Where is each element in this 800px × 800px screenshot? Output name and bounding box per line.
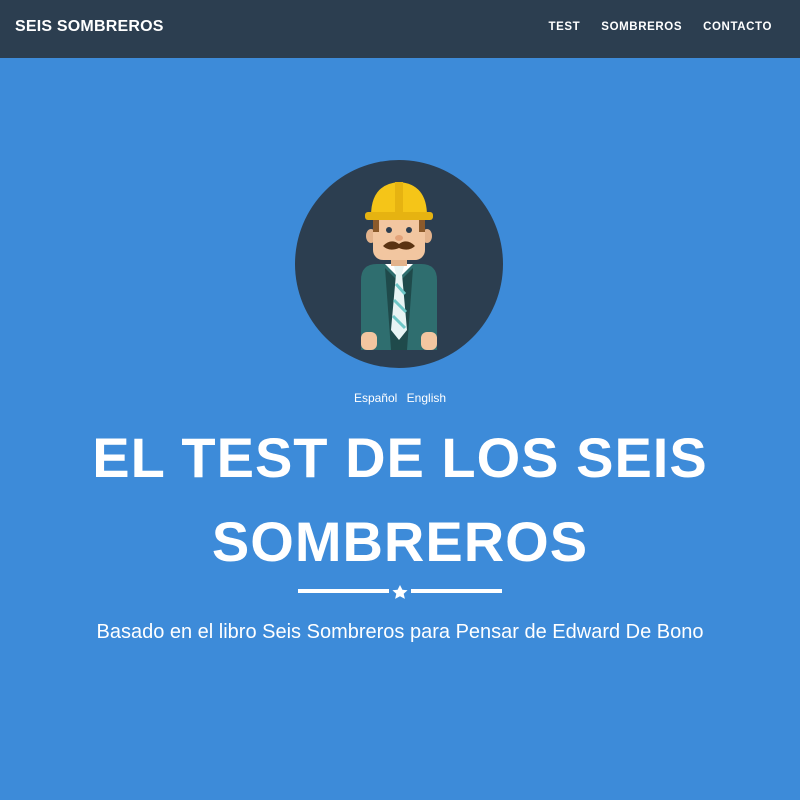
nav-link-test[interactable]: TEST (549, 21, 581, 33)
divider-line-left (298, 589, 389, 593)
navbar: SEIS SOMBREROS TEST SOMBREROS CONTACTO (0, 0, 800, 58)
language-switcher: Español English (0, 391, 800, 405)
title-line-2: SOMBREROS (211, 510, 589, 573)
brand-link[interactable]: SEIS SOMBREROS (15, 18, 164, 36)
nav-link-sombreros[interactable]: SOMBREROS (601, 21, 682, 33)
nav-links: TEST SOMBREROS CONTACTO (549, 21, 773, 33)
divider-line-right (411, 589, 502, 593)
lang-link-espanol[interactable]: Español (354, 391, 397, 405)
star-divider (298, 585, 502, 599)
lang-link-english[interactable]: English (407, 391, 446, 405)
construction-worker-avatar (295, 160, 503, 368)
nav-link-contacto[interactable]: CONTACTO (703, 21, 772, 33)
subtitle: Basado en el libro Seis Sombreros para P… (96, 621, 704, 643)
title-line-1: EL TEST DE LOS SEIS (92, 426, 708, 489)
page-title: EL TEST DE LOS SEIS SOMBREROS (0, 416, 800, 584)
star-icon (392, 585, 408, 599)
